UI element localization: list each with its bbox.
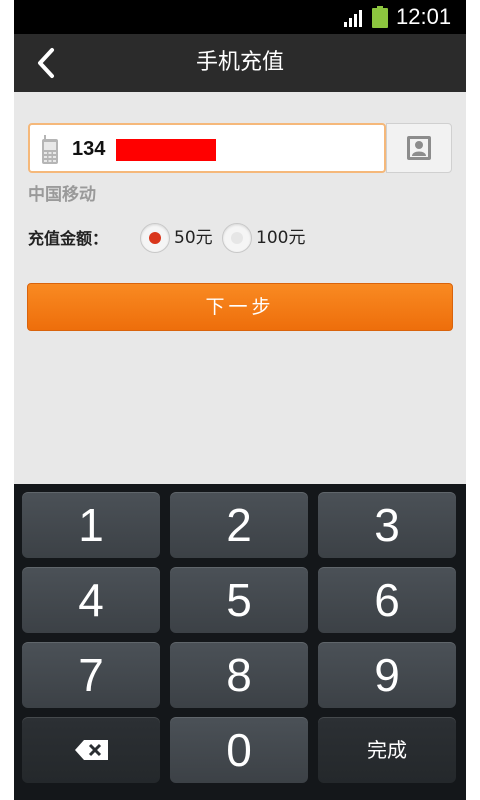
numeric-keyboard: 1 2 3 4 5 6 7 8 9 0 完成 xyxy=(14,484,466,800)
status-bar: 12:01 xyxy=(14,0,466,34)
amount-option-50[interactable]: 50元 xyxy=(140,222,226,256)
status-time: 12:01 xyxy=(396,4,452,29)
key-0[interactable]: 0 xyxy=(170,717,308,783)
radio-dot xyxy=(231,232,243,244)
key-2[interactable]: 2 xyxy=(170,492,308,558)
phone-number-input[interactable]: 134 xyxy=(28,123,386,173)
phone-number-value: 134 xyxy=(72,138,106,160)
title-bar: 手机充值 xyxy=(14,34,466,92)
back-button[interactable] xyxy=(32,44,72,82)
key-5[interactable]: 5 xyxy=(170,567,308,633)
screen: 12:01 手机充值 134 中国移动 充值金额： 50元 100元 下一步 1… xyxy=(0,0,480,800)
radio-unselected[interactable] xyxy=(222,223,252,253)
key-1[interactable]: 1 xyxy=(22,492,160,558)
key-7[interactable]: 7 xyxy=(22,642,160,708)
key-6[interactable]: 6 xyxy=(318,567,456,633)
amount-option-label: 50元 xyxy=(174,228,213,248)
amount-option-100[interactable]: 100元 xyxy=(222,222,322,256)
radio-selected[interactable] xyxy=(140,223,170,253)
done-key[interactable]: 完成 xyxy=(318,717,456,783)
amount-option-label: 100元 xyxy=(256,228,306,248)
backspace-icon xyxy=(75,740,108,760)
key-9[interactable]: 9 xyxy=(318,642,456,708)
key-4[interactable]: 4 xyxy=(22,567,160,633)
key-3[interactable]: 3 xyxy=(318,492,456,558)
page-title: 手机充值 xyxy=(195,50,284,75)
redaction-block xyxy=(116,139,216,161)
amount-label: 充值金额： xyxy=(28,229,109,248)
app-window: 12:01 手机充值 134 中国移动 充值金额： 50元 100元 下一步 1… xyxy=(14,0,466,800)
backspace-key[interactable] xyxy=(22,717,160,783)
battery-icon xyxy=(372,6,388,28)
carrier-label: 中国移动 xyxy=(28,185,96,205)
signal-bars-icon xyxy=(344,10,362,27)
radio-dot xyxy=(149,232,161,244)
key-8[interactable]: 8 xyxy=(170,642,308,708)
next-step-button[interactable]: 下一步 xyxy=(27,283,453,331)
contact-card-icon xyxy=(407,136,431,160)
done-key-label: 完成 xyxy=(367,738,407,762)
chevron-left-icon xyxy=(38,48,54,78)
contacts-button[interactable] xyxy=(386,123,452,173)
mobile-phone-icon xyxy=(42,135,58,164)
